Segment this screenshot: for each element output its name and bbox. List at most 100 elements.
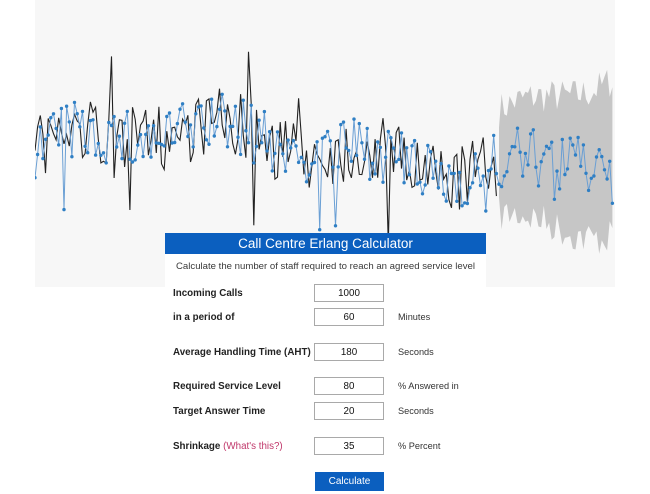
forecast-point [426, 143, 430, 148]
incoming-calls-input[interactable] [314, 284, 384, 302]
forecast-point [75, 112, 79, 116]
shrinkage-unit: % Percent [398, 441, 441, 451]
forecast-point [362, 157, 367, 161]
forecast-point [365, 126, 369, 131]
calculate-button[interactable]: Calculate [315, 472, 384, 491]
forecast-point [72, 100, 77, 105]
forecast-point [423, 183, 427, 187]
forecast-point [602, 168, 607, 172]
period-unit: Minutes [398, 312, 431, 322]
forecast-point [331, 165, 335, 169]
forecast-point [457, 170, 462, 175]
forecast-point [383, 155, 388, 159]
forecast-point [373, 172, 377, 176]
forecast-point [217, 107, 222, 112]
forecast-point [370, 161, 375, 165]
forecast-point [291, 138, 296, 143]
forecast-point [136, 143, 140, 147]
forecast-point [59, 106, 64, 111]
forecast-point [257, 118, 261, 122]
forecast-point [608, 159, 612, 163]
forecast-point [568, 136, 572, 140]
target-answer-time-row: Target Answer Time Seconds [165, 402, 486, 422]
forecast-point [86, 151, 90, 155]
forecast-point [341, 120, 346, 124]
forecast-point [188, 123, 193, 127]
incoming-calls-label: Incoming Calls [173, 288, 243, 299]
forecast-point [436, 186, 441, 190]
forecast-point [167, 111, 172, 115]
forecast-point [91, 118, 95, 122]
forecast-point [550, 140, 554, 144]
forecast-point [238, 152, 243, 157]
forecast-point [460, 204, 464, 208]
forecast-point [492, 133, 496, 138]
forecast-point [441, 192, 446, 196]
forecast-point [378, 145, 383, 150]
forecast-point [296, 160, 301, 165]
forecast-point [199, 104, 203, 108]
forecast-point [120, 156, 124, 161]
forecast-point [223, 109, 227, 113]
forecast-point [513, 145, 517, 149]
forecast-point [38, 125, 42, 129]
forecast-point [521, 174, 525, 178]
forecast-point [112, 114, 116, 119]
forecast-point [260, 141, 264, 145]
forecast-point [165, 114, 169, 119]
forecast-point [484, 209, 488, 213]
forecast-point [560, 137, 564, 142]
period-input[interactable] [314, 308, 384, 326]
forecast-point [267, 130, 272, 134]
forecast-point [128, 157, 132, 161]
forecast-point [386, 129, 390, 134]
forecast-point [220, 92, 224, 97]
aht-input[interactable] [314, 343, 384, 361]
forecast-point [312, 160, 317, 165]
shrinkage-label-group: Shrinkage (What's this?) [173, 441, 283, 452]
forecast-point [275, 130, 280, 134]
forecast-point [473, 152, 477, 156]
shrinkage-input[interactable] [314, 437, 384, 455]
forecast-point [610, 201, 615, 205]
period-row: in a period of Minutes [165, 308, 486, 328]
forecast-point [80, 109, 85, 114]
forecast-point [528, 132, 533, 136]
forecast-point [141, 154, 145, 159]
forecast-point [565, 167, 570, 171]
forecast-point [499, 184, 504, 189]
forecast-point [507, 152, 512, 156]
forecast-point [573, 153, 578, 157]
forecast-point [428, 150, 433, 154]
forecast-point [552, 197, 557, 201]
service-level-input[interactable] [314, 377, 384, 395]
forecast-point [597, 148, 601, 152]
forecast-point [209, 97, 214, 101]
forecast-point [420, 192, 425, 196]
forecast-point [447, 164, 451, 168]
forecast-point [273, 151, 277, 156]
forecast-point [360, 141, 364, 145]
forecast-point [584, 171, 588, 175]
target-answer-time-input[interactable] [314, 402, 384, 420]
forecast-point [265, 149, 269, 153]
forecast-point [557, 187, 562, 191]
incoming-calls-row: Incoming Calls [165, 284, 486, 304]
forecast-point [534, 165, 538, 169]
forecast-point [289, 146, 293, 150]
forecast-point [215, 124, 219, 129]
forecast-point [202, 126, 206, 130]
forecast-point [526, 163, 530, 167]
forecast-point [502, 174, 506, 178]
forecast-point [173, 140, 177, 145]
aht-label: Average Handling Time (AHT) [173, 347, 311, 358]
forecast-point [431, 176, 435, 180]
forecast-point [539, 160, 543, 164]
calculator-description: Calculate the number of staff required t… [176, 261, 475, 272]
forecast-point [579, 164, 583, 168]
whats-this-link[interactable]: (What's this?) [223, 441, 283, 452]
forecast-point [302, 160, 306, 164]
forecast-point [83, 144, 87, 148]
forecast-point [368, 177, 372, 181]
forecast-point [183, 120, 187, 124]
